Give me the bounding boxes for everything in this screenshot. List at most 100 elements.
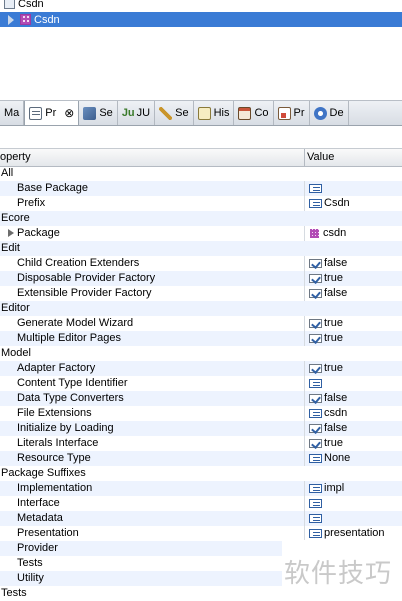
property-value-cell[interactable]: false <box>309 391 347 406</box>
property-value-cell[interactable]: false <box>309 286 347 301</box>
property-value: true <box>324 437 343 449</box>
property-row[interactable]: Data Type Converters false <box>0 391 402 406</box>
property-value: true <box>324 317 343 329</box>
tab-console[interactable]: Co <box>234 101 274 125</box>
property-category-row[interactable]: All <box>0 166 402 181</box>
property-category-row[interactable]: Edit <box>0 241 402 256</box>
tab-properties[interactable]: Pr ⊗ <box>24 101 80 125</box>
column-header-value[interactable]: Value <box>307 151 334 163</box>
property-value-cell[interactable]: Csdn <box>309 196 350 211</box>
property-row[interactable]: Prefix Csdn <box>0 196 402 211</box>
property-name: Content Type Identifier <box>17 377 128 389</box>
property-value: impl <box>324 482 345 494</box>
tab-junit[interactable]: Ju JU <box>118 101 156 125</box>
cell-divider <box>304 226 305 241</box>
column-divider[interactable] <box>304 149 305 166</box>
cell-divider <box>304 316 305 331</box>
tab-servers[interactable]: Se <box>79 101 118 125</box>
property-name: Metadata <box>17 512 63 524</box>
expand-triangle-icon[interactable] <box>8 229 14 237</box>
property-name: Resource Type <box>17 452 91 464</box>
property-row[interactable]: Metadata <box>0 511 402 526</box>
property-value-cell[interactable] <box>309 376 324 391</box>
property-value-cell[interactable]: false <box>309 421 347 436</box>
cell-divider <box>304 436 305 451</box>
property-row[interactable]: Generate Model Wizard true <box>0 316 402 331</box>
property-category-row[interactable]: Package Suffixes <box>0 466 402 481</box>
properties-table-body: All Base Package Prefix Csdn Ecore Package csd… <box>0 166 402 601</box>
property-category-row[interactable]: Editor <box>0 301 402 316</box>
expand-triangle-icon[interactable] <box>8 14 14 25</box>
cell-divider <box>304 511 305 526</box>
text-value-icon <box>309 514 322 523</box>
text-value-icon <box>309 199 322 208</box>
property-category-row[interactable]: Ecore <box>0 211 402 226</box>
package-explorer-tree: Csdn Csdn <box>0 0 402 28</box>
property-row[interactable]: Extensible Provider Factory false <box>0 286 402 301</box>
tab-markers[interactable]: Ma <box>0 101 25 125</box>
text-value-icon <box>309 379 322 388</box>
resource-file-icon <box>4 0 15 9</box>
property-value-cell[interactable] <box>309 496 324 511</box>
tab-history[interactable]: His <box>194 101 235 125</box>
boolean-value-icon <box>309 259 322 268</box>
property-value-cell[interactable]: impl <box>309 481 344 496</box>
property-value-cell[interactable]: true <box>309 361 343 376</box>
property-row[interactable]: Initialize by Loading false <box>0 421 402 436</box>
property-row[interactable]: Adapter Factory true <box>0 361 402 376</box>
property-value: presentation <box>324 527 385 539</box>
property-value-cell[interactable]: true <box>309 271 343 286</box>
property-name: Package <box>17 227 60 239</box>
tab-search[interactable]: Se <box>155 101 194 125</box>
cell-divider <box>304 391 305 406</box>
console-icon <box>238 106 252 120</box>
cell-divider <box>304 526 305 541</box>
tree-item-label: Csdn <box>18 0 44 10</box>
property-row[interactable]: Disposable Provider Factory true <box>0 271 402 286</box>
property-row[interactable]: Base Package <box>0 181 402 196</box>
tree-item-package-selected[interactable]: Csdn <box>0 12 402 27</box>
property-value-cell[interactable]: presentation <box>309 526 385 541</box>
tab-progress[interactable]: Pr <box>274 101 310 125</box>
property-row[interactable]: Multiple Editor Pages true <box>0 331 402 346</box>
property-row[interactable]: Interface <box>0 496 402 511</box>
property-name: Child Creation Extenders <box>17 257 140 269</box>
property-name: Tests <box>17 557 43 569</box>
property-value-cell[interactable] <box>309 181 324 196</box>
debug-icon <box>313 106 327 120</box>
properties-icon <box>29 106 43 120</box>
tree-item-resource[interactable]: Csdn <box>0 0 402 10</box>
property-row[interactable]: Child Creation Extenders false <box>0 256 402 271</box>
property-value-cell[interactable]: csdn <box>309 406 347 421</box>
cell-divider <box>304 376 305 391</box>
property-name: Ecore <box>1 212 30 224</box>
property-value: false <box>324 257 348 269</box>
property-name: Literals Interface <box>17 437 99 449</box>
cell-divider <box>304 196 305 211</box>
property-value-cell[interactable]: false <box>309 256 347 271</box>
property-value-cell[interactable]: None <box>309 451 350 466</box>
column-header-property[interactable]: operty <box>0 151 31 163</box>
property-row[interactable]: Presentation presentation <box>0 526 402 541</box>
property-name: Adapter Factory <box>17 362 96 374</box>
property-value-cell[interactable]: csdn <box>309 226 346 241</box>
property-value-cell[interactable]: true <box>309 436 343 451</box>
tab-debug[interactable]: De <box>310 101 349 125</box>
property-name: Base Package <box>17 182 88 194</box>
property-value-cell[interactable] <box>309 511 324 526</box>
properties-view: operty Value All Base Package Prefix Csdn Ec… <box>0 148 402 601</box>
property-row[interactable]: File Extensions csdn <box>0 406 402 421</box>
tab-label: Se <box>99 107 113 119</box>
property-value-cell[interactable]: true <box>309 316 343 331</box>
property-category-row[interactable]: Model <box>0 346 402 361</box>
property-name: Tests <box>1 587 27 599</box>
property-row[interactable]: Package csdn <box>0 226 402 241</box>
property-row[interactable]: Literals Interface true <box>0 436 402 451</box>
property-value-cell[interactable]: true <box>309 331 343 346</box>
property-row[interactable]: Resource Type None <box>0 451 402 466</box>
close-tab-icon[interactable]: ⊗ <box>64 106 74 120</box>
package-icon <box>20 14 31 25</box>
cell-divider <box>304 331 305 346</box>
property-row[interactable]: Implementation impl <box>0 481 402 496</box>
property-row[interactable]: Content Type Identifier <box>0 376 402 391</box>
